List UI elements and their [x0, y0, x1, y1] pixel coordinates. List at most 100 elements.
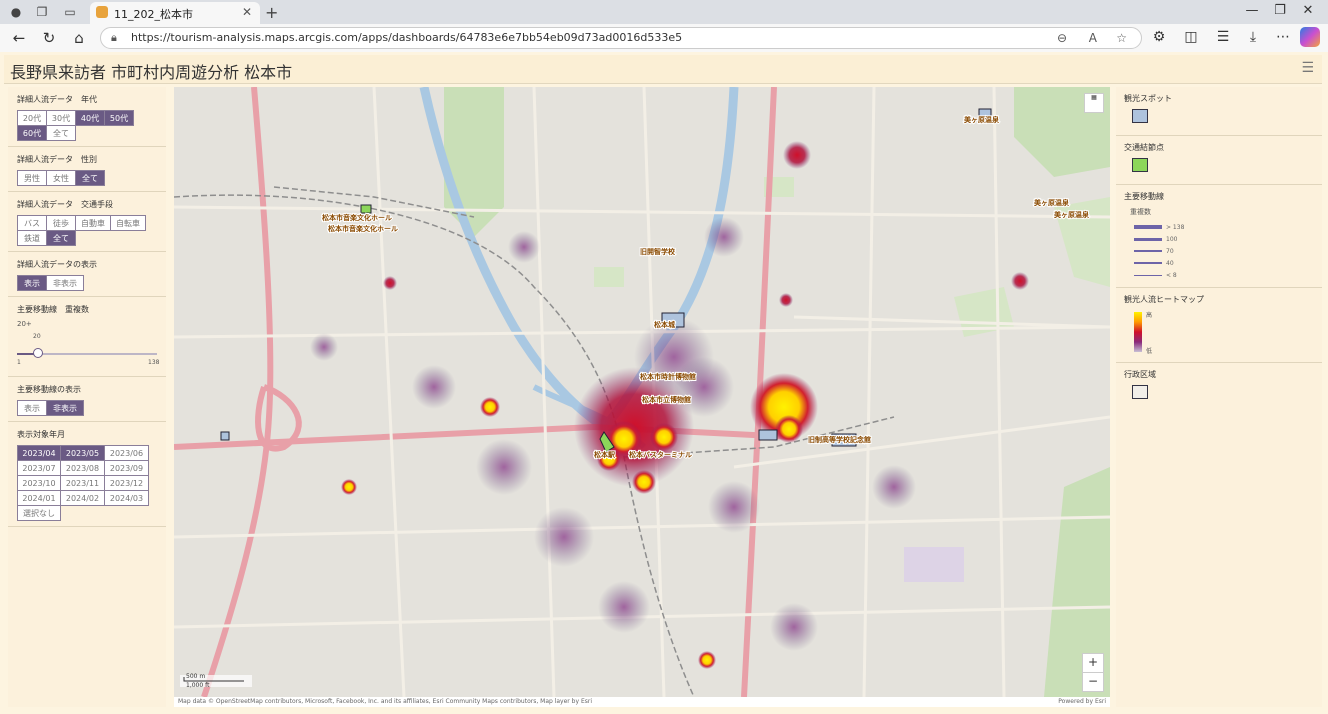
read-aloud-icon[interactable]: A	[1089, 31, 1097, 45]
legend-spot-title: 観光スポット	[1124, 94, 1172, 103]
lines-show-button[interactable]: 表示	[17, 400, 47, 416]
legend-heatmap-title: 観光人流ヒートマップ	[1124, 295, 1204, 304]
month-button[interactable]: 2024/03	[104, 490, 149, 506]
month-button[interactable]: 2023/12	[104, 475, 149, 491]
map-label: 美ヶ原温泉	[1054, 210, 1090, 219]
transport-car-button[interactable]: 自動車	[75, 215, 111, 231]
minimize-icon[interactable]: —	[1242, 3, 1262, 18]
lock-icon: 🔒︎	[111, 31, 117, 44]
favorite-icon[interactable]: ☆	[1116, 31, 1127, 45]
map-label: 美ヶ原温泉	[964, 115, 1000, 124]
extensions-icon[interactable]: ⚙	[1150, 29, 1168, 45]
month-button[interactable]: 2023/09	[104, 460, 149, 476]
transport-bus-button[interactable]: バス	[17, 215, 47, 231]
month-button[interactable]: 2023/10	[17, 475, 61, 491]
line-swatch	[1134, 262, 1162, 264]
lines-hide-button[interactable]: 非表示	[46, 400, 84, 416]
refresh-icon[interactable]: ↻	[40, 29, 58, 47]
basemap-toggle-button[interactable]: ▦	[1084, 93, 1104, 113]
zoom-out-button[interactable]: −	[1082, 672, 1104, 692]
weight-slider[interactable]: 20+ 20 1 138	[17, 320, 160, 370]
heatmap-gradient	[1134, 312, 1142, 352]
close-tab-icon[interactable]: ✕	[242, 5, 252, 19]
map-label: 松本城	[654, 320, 675, 329]
map-label: 旧開智学校	[640, 247, 676, 256]
menu-icon[interactable]: ☰	[1301, 60, 1314, 76]
map-attribution-bar: Map data © OpenStreetMap contributors, M…	[174, 697, 1110, 707]
legend-node-title: 交通結節点	[1124, 143, 1164, 152]
favorites-bar-icon[interactable]: ☰	[1214, 29, 1232, 45]
month-button[interactable]: 2023/11	[60, 475, 105, 491]
month-button[interactable]: 2023/07	[17, 460, 61, 476]
month-button[interactable]: 2023/04	[17, 445, 61, 461]
map-canvas[interactable]: 松本市音楽文化ホール 松本市音楽文化ホール 旧開智学校 松本城 松本市時計博物館…	[174, 87, 1110, 697]
browser-tab[interactable]: 11_202_松本市 ✕	[90, 2, 260, 24]
month-button[interactable]: 2024/02	[60, 490, 105, 506]
transport-filter: 詳細人流データ 交通手段 バス 徒歩 自動車 自転車 鉄道 全て	[8, 192, 166, 252]
age-filter: 詳細人流データ 年代 20代 30代 40代 50代 60代 全て	[8, 87, 166, 147]
display-show-button[interactable]: 表示	[17, 275, 47, 291]
line-label: < 8	[1166, 271, 1177, 279]
legend-lines-title: 主要移動線	[1124, 192, 1164, 201]
url-field[interactable]: 🔒︎ https://tourism-analysis.maps.arcgis.…	[100, 27, 1142, 49]
age-filter-title: 詳細人流データ 年代	[17, 95, 97, 104]
gender-female-button[interactable]: 女性	[46, 170, 76, 186]
workspaces-icon[interactable]: ❐	[34, 4, 50, 20]
line-swatch	[1134, 237, 1162, 241]
back-icon[interactable]: ←	[10, 29, 28, 47]
month-button[interactable]: 2024/01	[17, 490, 61, 506]
zoom-icon[interactable]: ⊖	[1057, 31, 1067, 45]
heatmap-high-label: 高	[1146, 312, 1153, 319]
spot-swatch-icon	[1132, 109, 1148, 123]
age-20s-button[interactable]: 20代	[17, 110, 47, 126]
map-label: 松本駅	[594, 450, 616, 459]
profile-icon[interactable]: ●	[8, 4, 24, 20]
tab-actions-icon[interactable]: ▭	[62, 4, 78, 20]
heatmap-low-label: 低	[1146, 348, 1153, 355]
weight-filter-title: 主要移動線 重複数	[17, 305, 89, 314]
map-view[interactable]: 松本市音楽文化ホール 松本市音楽文化ホール 旧開智学校 松本城 松本市時計博物館…	[174, 87, 1110, 697]
month-button[interactable]: 2023/05	[60, 445, 105, 461]
copilot-icon[interactable]	[1300, 27, 1320, 47]
node-swatch-icon	[1132, 158, 1148, 172]
display-hide-button[interactable]: 非表示	[46, 275, 84, 291]
map-label: 松本市時計博物館	[640, 372, 696, 381]
age-all-button[interactable]: 全て	[46, 125, 76, 141]
line-label: 100	[1166, 235, 1178, 243]
zoom-in-button[interactable]: +	[1082, 653, 1104, 673]
legend-lines-subtitle: 重複数	[1130, 208, 1151, 216]
gender-male-button[interactable]: 男性	[17, 170, 47, 186]
age-60s-button[interactable]: 60代	[17, 125, 47, 141]
month-button[interactable]: 2023/08	[60, 460, 105, 476]
line-swatch	[1134, 274, 1162, 276]
slider-thumb[interactable]	[33, 348, 43, 358]
line-swatch	[1134, 250, 1162, 252]
downloads-icon[interactable]: ⤓	[1244, 29, 1262, 45]
legend-node: 交通結節点	[1116, 136, 1322, 185]
transport-all-button[interactable]: 全て	[46, 230, 76, 246]
slider-max-label: 138	[148, 359, 160, 366]
age-50s-button[interactable]: 50代	[104, 110, 134, 126]
home-icon[interactable]: ⌂	[70, 29, 88, 47]
close-window-icon[interactable]: ✕	[1298, 3, 1318, 18]
weight-filter: 主要移動線 重複数 20+ 20 1 138	[8, 297, 166, 377]
more-icon[interactable]: ⋯	[1274, 29, 1292, 45]
legend-spot: 観光スポット	[1116, 87, 1322, 136]
month-button[interactable]: 2023/06	[104, 445, 149, 461]
admin-swatch-icon	[1132, 385, 1148, 399]
legend-panel: 観光スポット 交通結節点 主要移動線 重複数 > 138 100 70 40 <…	[1116, 87, 1322, 707]
dashboard-header: 長野県来訪者 市町村内周遊分析 松本市 ☰	[4, 55, 1322, 84]
new-tab-icon[interactable]: +	[265, 3, 278, 22]
gender-all-button[interactable]: 全て	[75, 170, 105, 186]
map-attribution: Map data © OpenStreetMap contributors, M…	[178, 698, 592, 705]
transport-bicycle-button[interactable]: 自転車	[110, 215, 146, 231]
age-40s-button[interactable]: 40代	[75, 110, 105, 126]
month-none-button[interactable]: 選択なし	[17, 505, 61, 521]
age-30s-button[interactable]: 30代	[46, 110, 76, 126]
powered-by[interactable]: Powered by Esri	[1058, 698, 1106, 705]
split-screen-icon[interactable]: ◫	[1182, 29, 1200, 45]
transport-walk-button[interactable]: 徒歩	[46, 215, 76, 231]
transport-rail-button[interactable]: 鉄道	[17, 230, 47, 246]
legend-admin-title: 行政区域	[1124, 370, 1156, 379]
maximize-icon[interactable]: ❐	[1270, 3, 1290, 18]
